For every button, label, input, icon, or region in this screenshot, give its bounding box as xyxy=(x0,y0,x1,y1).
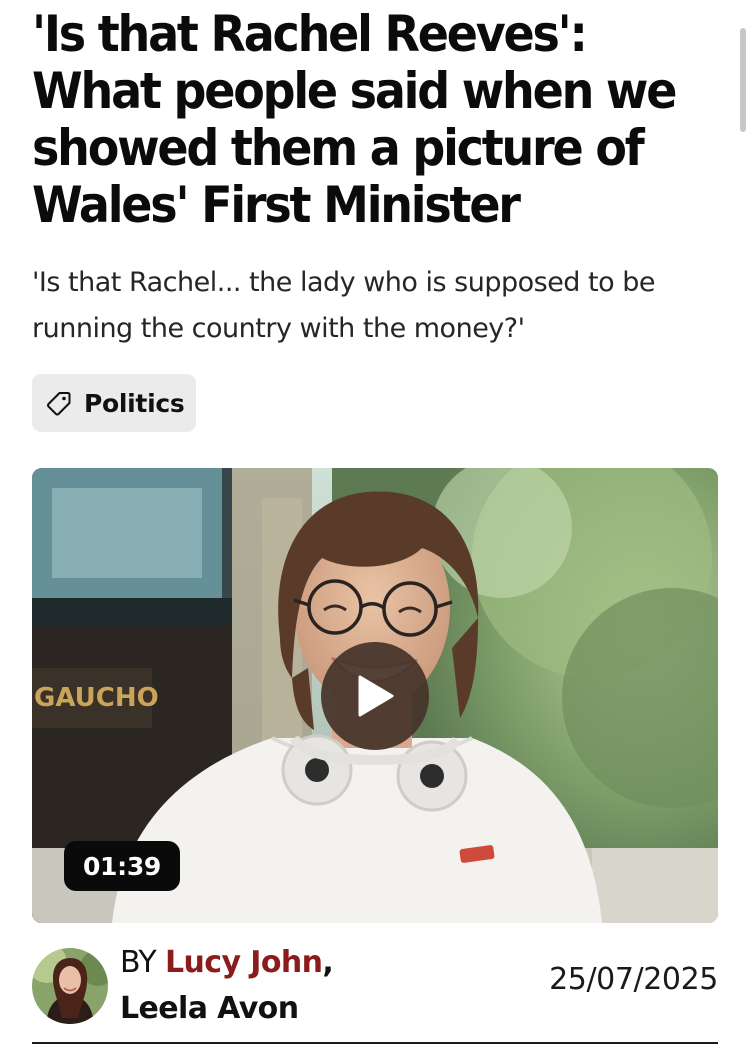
page-scrollbar[interactable] xyxy=(740,28,746,132)
play-button[interactable] xyxy=(321,642,429,750)
topic-tag-politics[interactable]: Politics xyxy=(32,374,197,432)
video-duration-badge: 01:39 xyxy=(64,841,180,891)
tag-label: Politics xyxy=(84,388,185,418)
play-icon xyxy=(358,675,394,717)
tag-icon xyxy=(47,392,71,416)
byline-prefix: BY xyxy=(120,945,166,980)
storefront-sign: GAUCHO xyxy=(34,683,159,713)
article-headline: 'Is that Rachel Reeves': What people sai… xyxy=(32,5,677,234)
byline: BY Lucy John, Leela Avon 25/07/2025 xyxy=(32,940,718,1030)
video-player[interactable]: GAUCHO 01:39 xyxy=(32,468,718,923)
article: 'Is that Rachel Reeves': What people sai… xyxy=(32,0,718,1044)
author-photo xyxy=(32,948,108,1024)
author-link-lucy-john[interactable]: Lucy John xyxy=(165,945,323,980)
section-divider xyxy=(32,1042,718,1044)
author-name-leela-avon[interactable]: Leela Avon xyxy=(120,991,299,1026)
publish-date: 25/07/2025 xyxy=(549,962,718,997)
byline-authors: BY Lucy John, Leela Avon xyxy=(120,940,334,1032)
article-standfirst: 'Is that Rachel... the lady who is suppo… xyxy=(32,267,655,344)
author-separator: , xyxy=(322,945,334,980)
author-avatar[interactable] xyxy=(32,948,108,1024)
